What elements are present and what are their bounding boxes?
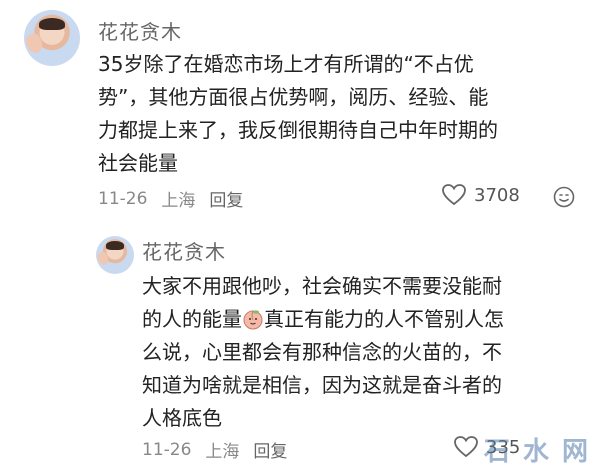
comment-line: 势”，其他方面很占优势啊，阅历、经验、能 [98,85,489,109]
reply-button[interactable]: 回复 [253,437,287,462]
like-count: 3708 [474,184,520,206]
comment-date: 11-26 [142,439,192,460]
avatar[interactable] [24,10,80,66]
comment-line: 力都提上来了，我反倒很期待自己中年时期的 [98,118,498,142]
comment-location: 上海 [205,442,240,462]
username[interactable]: 花花贪木 [142,236,226,265]
comment-line: 社会能量 [98,151,178,175]
reply-button[interactable]: 回复 [209,186,243,211]
watermark: 石 水 网 [483,437,590,467]
comment-line-part: 真正有能力的人不管别人怎 [264,307,504,331]
comment-line: 人格底色 [142,406,222,430]
comment-text: 35岁除了在婚恋市场上才有所谓的“不占优 势”，其他方面很占优势啊，阅历、经验、… [98,48,498,180]
avatar[interactable] [96,236,134,274]
reply-text: 大家不用跟他吵，社会确实不需要没能耐 的人的能量 真正有能力的人不管别人怎 么说… [142,270,504,435]
comment-line: 35岁除了在婚恋市场上才有所谓的“不占优 [98,52,474,76]
comment-line: 大家不用跟他吵，社会确实不需要没能耐 [142,274,502,298]
username[interactable]: 花花贪木 [98,16,182,45]
comment-line: 知道为啥就是相信，因为这就是奋斗者的 [142,373,502,397]
like-button[interactable]: 3708 [442,184,520,206]
heart-icon [454,436,478,458]
comment-line: 么说，心里都会有那种信念的火苗的，不 [142,340,502,364]
comment-line: 的人的能量 真正有能力的人不管别人怎 [142,303,504,336]
heart-icon [442,184,466,206]
comment-meta: 11-26 上海 回复 [98,186,243,212]
smiley-icon [553,186,575,208]
comment-meta: 11-26 上海 回复 [142,437,287,463]
emoji-reaction-button[interactable] [553,186,575,208]
comment-line-part: 的人的能量 [142,307,242,331]
peach-emoji-icon [243,310,263,330]
comment-location: 上海 [161,191,196,211]
comment-date: 11-26 [98,188,148,209]
